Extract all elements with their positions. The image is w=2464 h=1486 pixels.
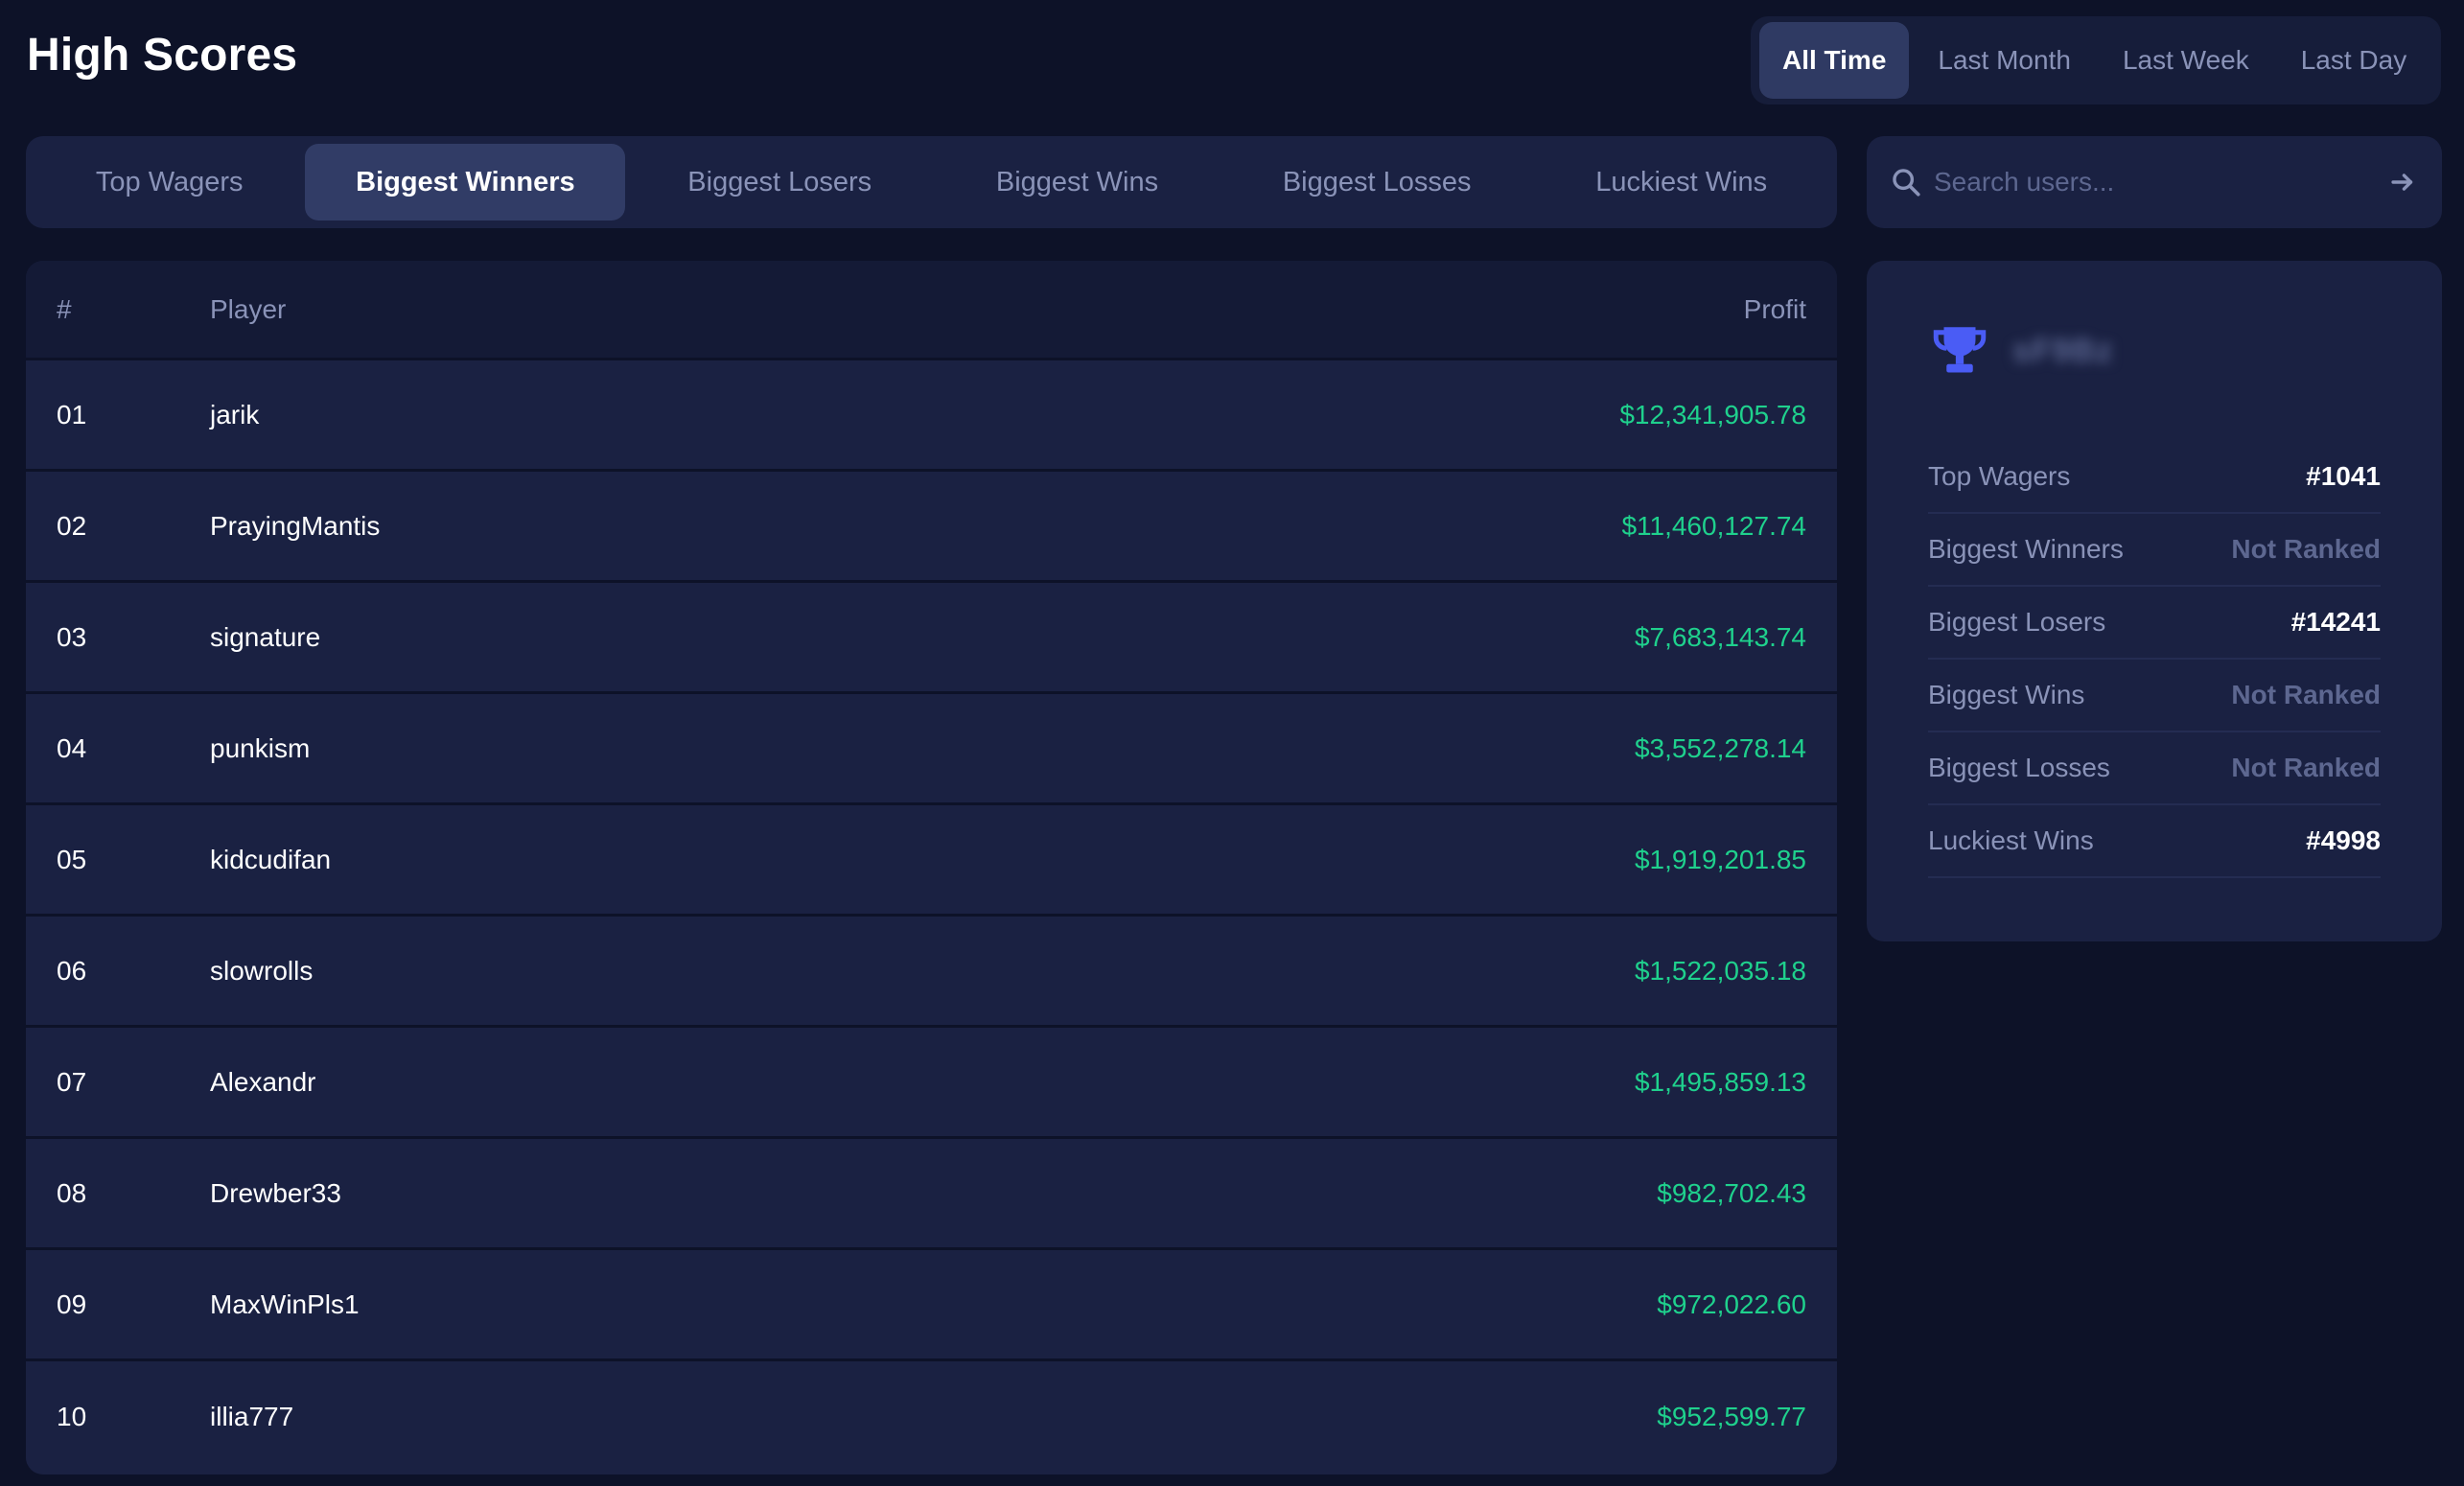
ranking-row-biggest-wins: Biggest Wins Not Ranked — [1928, 660, 2381, 732]
search-bar — [1867, 136, 2442, 228]
row-rank: 06 — [57, 955, 87, 986]
row-player: kidcudifan — [210, 844, 332, 874]
table-row[interactable]: 04 punkism $3,552,278.14 — [26, 694, 1837, 805]
period-all-time-button[interactable]: All Time — [1759, 22, 1910, 99]
user-summary: sF9Bz — [1928, 261, 2381, 433]
row-rank: 03 — [57, 621, 87, 652]
row-rank: 09 — [57, 1289, 87, 1319]
row-player: MaxWinPls1 — [210, 1289, 360, 1319]
page-title: High Scores — [27, 30, 298, 81]
period-last-week-button[interactable]: Last Week — [2100, 22, 2272, 99]
arrow-right-icon[interactable] — [2386, 166, 2419, 198]
table-row[interactable]: 03 signature $7,683,143.74 — [26, 583, 1837, 694]
table-row[interactable]: 07 Alexandr $1,495,859.13 — [26, 1028, 1837, 1139]
period-last-month-button[interactable]: Last Month — [1915, 22, 2094, 99]
tab-top-wagers[interactable]: Top Wagers — [34, 144, 305, 221]
search-input[interactable] — [1922, 167, 2386, 197]
username: sF9Bz — [2012, 332, 2114, 369]
row-rank: 07 — [57, 1066, 87, 1097]
leaderboard-table: # Player Profit 01 jarik $12,341,905.78 … — [26, 261, 1837, 1474]
tab-biggest-losses[interactable]: Biggest Losses — [1220, 144, 1533, 221]
tab-biggest-wins[interactable]: Biggest Wins — [934, 144, 1220, 221]
column-rank-header: # — [57, 293, 72, 324]
table-header: # Player Profit — [26, 261, 1837, 360]
row-profit: $972,022.60 — [1657, 1289, 1806, 1319]
row-profit: $952,599.77 — [1657, 1402, 1806, 1431]
ranking-label: Top Wagers — [1928, 461, 2071, 491]
table-row[interactable]: 08 Drewber33 $982,702.43 — [26, 1139, 1837, 1250]
row-rank: 10 — [57, 1402, 87, 1431]
period-last-day-button[interactable]: Last Day — [2278, 22, 2430, 99]
row-rank: 05 — [57, 844, 87, 874]
row-profit: $12,341,905.78 — [1619, 399, 1806, 430]
category-tabs: Top Wagers Biggest Winners Biggest Loser… — [26, 136, 1837, 228]
table-row[interactable]: 09 MaxWinPls1 $972,022.60 — [26, 1250, 1837, 1361]
ranking-label: Biggest Winners — [1928, 534, 2124, 564]
ranking-row-biggest-losers: Biggest Losers #14241 — [1928, 587, 2381, 660]
row-player: slowrolls — [210, 955, 314, 986]
search-icon — [1893, 169, 1920, 197]
ranking-row-luckiest-wins: Luckiest Wins #4998 — [1928, 805, 2381, 878]
row-player: jarik — [210, 399, 260, 430]
row-profit: $11,460,127.74 — [1621, 510, 1806, 541]
ranking-row-top-wagers: Top Wagers #1041 — [1928, 441, 2381, 514]
tab-biggest-losers[interactable]: Biggest Losers — [625, 144, 934, 221]
ranking-value: #1041 — [2306, 461, 2381, 491]
ranking-value: #4998 — [2306, 825, 2381, 855]
row-profit: $7,683,143.74 — [1634, 621, 1806, 652]
row-rank: 04 — [57, 732, 87, 763]
ranking-row-biggest-winners: Biggest Winners Not Ranked — [1928, 514, 2381, 587]
row-profit: $1,919,201.85 — [1634, 844, 1806, 874]
ranking-value: Not Ranked — [2231, 680, 2381, 709]
high-scores-page: High Scores All Time Last Month Last Wee… — [0, 0, 2464, 1486]
row-profit: $3,552,278.14 — [1634, 732, 1806, 763]
ranking-label: Biggest Wins — [1928, 680, 2085, 709]
ranking-value: Not Ranked — [2231, 753, 2381, 782]
row-player: signature — [210, 621, 321, 652]
user-rankings-card: sF9Bz Top Wagers #1041 Biggest Winners N… — [1867, 261, 2442, 941]
row-profit: $1,522,035.18 — [1634, 955, 1806, 986]
row-player: PrayingMantis — [210, 510, 381, 541]
row-profit: $982,702.43 — [1657, 1177, 1806, 1208]
row-player: Alexandr — [210, 1066, 316, 1097]
table-row[interactable]: 10 illia777 $952,599.77 — [26, 1361, 1837, 1473]
column-player-header: Player — [210, 293, 287, 324]
row-profit: $1,495,859.13 — [1634, 1066, 1806, 1097]
ranking-row-biggest-losses: Biggest Losses Not Ranked — [1928, 732, 2381, 805]
table-row[interactable]: 02 PrayingMantis $11,460,127.74 — [26, 472, 1837, 583]
rankings-list: Top Wagers #1041 Biggest Winners Not Ran… — [1928, 441, 2381, 878]
table-row[interactable]: 06 slowrolls $1,522,035.18 — [26, 917, 1837, 1028]
tab-biggest-winners[interactable]: Biggest Winners — [305, 144, 626, 221]
row-player: punkism — [210, 732, 311, 763]
row-player: Drewber33 — [210, 1177, 341, 1208]
ranking-label: Biggest Losers — [1928, 607, 2106, 637]
row-player: illia777 — [210, 1402, 294, 1431]
row-rank: 02 — [57, 510, 87, 541]
trophy-icon — [1933, 327, 1987, 373]
row-rank: 08 — [57, 1177, 87, 1208]
ranking-value: Not Ranked — [2231, 534, 2381, 564]
table-row[interactable]: 05 kidcudifan $1,919,201.85 — [26, 805, 1837, 917]
ranking-label: Biggest Losses — [1928, 753, 2110, 782]
period-selector: All Time Last Month Last Week Last Day — [1751, 16, 2441, 104]
ranking-label: Luckiest Wins — [1928, 825, 2094, 855]
tab-luckiest-wins[interactable]: Luckiest Wins — [1533, 144, 1829, 221]
column-profit-header: Profit — [1743, 293, 1806, 324]
table-row[interactable]: 01 jarik $12,341,905.78 — [26, 360, 1837, 472]
row-rank: 01 — [57, 399, 87, 430]
ranking-value: #14241 — [2290, 607, 2381, 637]
